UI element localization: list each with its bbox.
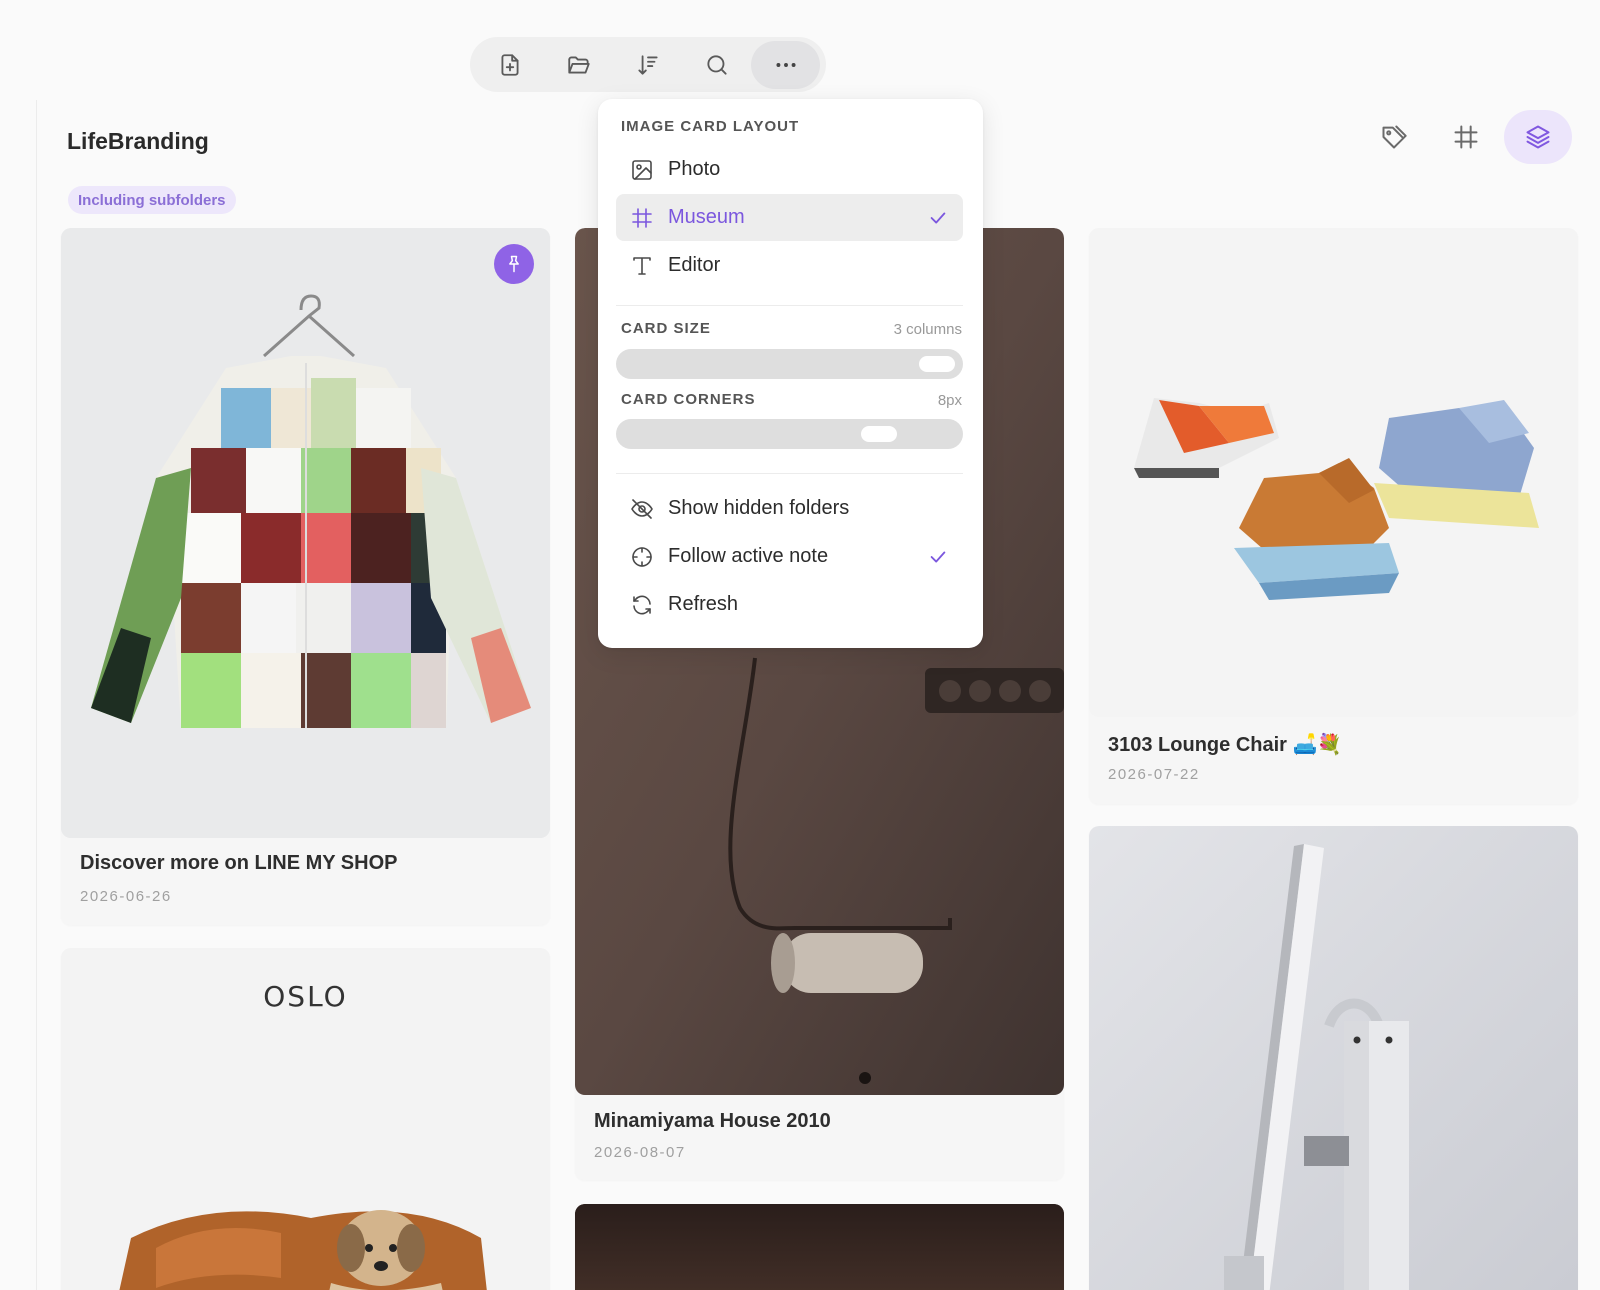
refresh-icon bbox=[633, 594, 651, 615]
grid-view-button[interactable] bbox=[1432, 110, 1500, 164]
card-size-value: 3 columns bbox=[893, 321, 962, 338]
image-icon bbox=[632, 159, 652, 180]
grid-icon bbox=[1454, 125, 1478, 149]
sort-icon bbox=[638, 54, 658, 75]
menu-item-label: Refresh bbox=[668, 593, 739, 615]
view-controls bbox=[1360, 110, 1572, 164]
card-corners-slider[interactable] bbox=[616, 419, 963, 449]
card-title: Discover more on LINE MY SHOP bbox=[80, 852, 398, 874]
subfolders-badge[interactable]: Including subfolders bbox=[68, 186, 236, 214]
tag-icon bbox=[1382, 125, 1407, 149]
card-title: Minamiyama House 2010 bbox=[594, 1110, 831, 1132]
menu-item-label: Follow active note bbox=[668, 545, 829, 567]
crosshair-icon bbox=[632, 546, 652, 567]
search-icon bbox=[707, 54, 727, 75]
new-note-button[interactable] bbox=[476, 41, 545, 89]
show-hidden-folders-item[interactable]: Show hidden folders bbox=[616, 485, 963, 532]
card-image-text: OSLO bbox=[263, 980, 348, 1013]
options-menu: IMAGE CARD LAYOUT Photo Museum Editor CA… bbox=[598, 99, 983, 648]
eye-off-icon bbox=[631, 498, 653, 519]
more-button[interactable] bbox=[751, 40, 820, 89]
check-icon bbox=[930, 212, 946, 223]
layout-option-museum[interactable]: Museum bbox=[616, 194, 963, 241]
card-size-slider[interactable] bbox=[616, 349, 963, 379]
card-date: 2026-08-07 bbox=[594, 1144, 686, 1161]
check-icon bbox=[930, 551, 946, 562]
menu-divider bbox=[616, 473, 963, 474]
page-title: LifeBranding bbox=[67, 128, 209, 154]
card-size-heading: CARD SIZE bbox=[621, 320, 711, 337]
note-card[interactable] bbox=[1089, 826, 1578, 1290]
tags-button[interactable] bbox=[1360, 110, 1428, 164]
menu-item-label: Editor bbox=[668, 254, 721, 276]
layers-button[interactable] bbox=[1504, 110, 1572, 164]
menu-item-label: Show hidden folders bbox=[668, 497, 850, 519]
card-corners-heading: CARD CORNERS bbox=[621, 391, 756, 408]
pinned-badge[interactable] bbox=[494, 244, 534, 284]
card-image bbox=[1089, 228, 1578, 717]
menu-item-label: Photo bbox=[668, 158, 721, 180]
grid-icon bbox=[632, 207, 652, 228]
card-date: 2026-06-26 bbox=[80, 888, 172, 905]
note-card[interactable]: OSLO bbox=[61, 948, 550, 1290]
sidebar-divider bbox=[36, 100, 37, 1290]
top-toolbar bbox=[470, 37, 826, 92]
new-note-icon bbox=[501, 53, 519, 76]
card-image bbox=[1089, 826, 1578, 1290]
card-corners-value: 8px bbox=[937, 392, 962, 409]
image-card-layout-heading: IMAGE CARD LAYOUT bbox=[621, 118, 800, 135]
menu-divider bbox=[616, 305, 963, 306]
search-button[interactable] bbox=[682, 41, 751, 89]
card-date: 2026-07-22 bbox=[1108, 766, 1200, 783]
layers-icon bbox=[1526, 125, 1550, 149]
note-card[interactable] bbox=[575, 1204, 1064, 1290]
refresh-item[interactable]: Refresh bbox=[616, 581, 963, 628]
follow-active-note-item[interactable]: Follow active note bbox=[616, 533, 963, 580]
note-card[interactable]: 3103 Lounge Chair 🛋️💐 2026-07-22 bbox=[1089, 228, 1578, 804]
note-card[interactable]: Discover more on LINE MY SHOP 2026-06-26 bbox=[61, 228, 550, 925]
layout-option-editor[interactable]: Editor bbox=[616, 242, 963, 289]
sort-button[interactable] bbox=[614, 41, 683, 89]
card-size-slider-thumb[interactable] bbox=[919, 356, 955, 372]
folder-open-icon bbox=[568, 55, 590, 74]
more-icon bbox=[776, 62, 796, 67]
card-corners-slider-thumb[interactable] bbox=[861, 426, 897, 442]
open-folder-button[interactable] bbox=[545, 41, 614, 89]
card-image bbox=[575, 1204, 1064, 1290]
menu-item-label: Museum bbox=[668, 206, 745, 228]
layout-option-photo[interactable]: Photo bbox=[616, 146, 963, 193]
pin-icon bbox=[509, 255, 519, 273]
card-title: 3103 Lounge Chair 🛋️💐 bbox=[1108, 734, 1343, 756]
text-icon bbox=[633, 256, 651, 275]
card-image bbox=[61, 228, 550, 838]
